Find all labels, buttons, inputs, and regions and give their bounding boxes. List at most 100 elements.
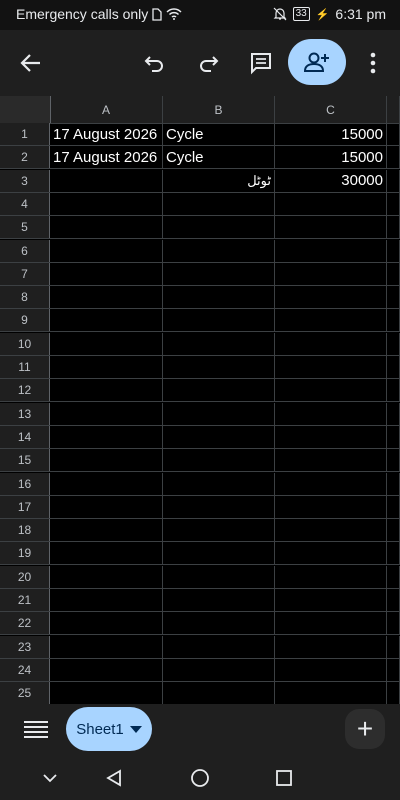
- cell-a[interactable]: [50, 239, 163, 262]
- row-header[interactable]: 1: [0, 123, 50, 145]
- share-button[interactable]: [288, 39, 346, 85]
- cell-d[interactable]: [387, 565, 400, 588]
- back-button[interactable]: [16, 48, 46, 78]
- cell-c[interactable]: [275, 286, 387, 309]
- cell-c[interactable]: 15000: [275, 146, 387, 169]
- cell-b[interactable]: [163, 262, 275, 285]
- undo-button[interactable]: [140, 48, 170, 78]
- nav-recents-button[interactable]: [272, 766, 296, 790]
- cell-d[interactable]: [387, 169, 400, 192]
- cell-b[interactable]: [163, 449, 275, 472]
- row-header[interactable]: 18: [0, 519, 50, 542]
- column-header-c[interactable]: C: [275, 96, 387, 123]
- cell-b[interactable]: [163, 658, 275, 681]
- cell-b[interactable]: [163, 472, 275, 495]
- cell-b[interactable]: [163, 332, 275, 355]
- cell-d[interactable]: [387, 379, 400, 402]
- cell-d[interactable]: [387, 682, 400, 704]
- cell-d[interactable]: [387, 286, 400, 309]
- redo-button[interactable]: [193, 48, 223, 78]
- cell-b[interactable]: [163, 356, 275, 378]
- cell-a[interactable]: [50, 589, 163, 611]
- row-header[interactable]: 23: [0, 635, 50, 658]
- row-header[interactable]: 4: [0, 192, 50, 215]
- cell-d[interactable]: [387, 402, 400, 425]
- cell-b[interactable]: [163, 286, 275, 309]
- cell-d[interactable]: [387, 309, 400, 332]
- cell-b[interactable]: [163, 495, 275, 518]
- sheet-tab-active[interactable]: Sheet1: [66, 707, 152, 751]
- cell-b[interactable]: [163, 589, 275, 611]
- cell-d[interactable]: [387, 216, 400, 239]
- row-header[interactable]: 25: [0, 682, 50, 704]
- cell-b[interactable]: [163, 565, 275, 588]
- cell-a[interactable]: [50, 519, 163, 542]
- nav-back-button[interactable]: [102, 766, 126, 790]
- row-header[interactable]: 19: [0, 542, 50, 565]
- row-header[interactable]: 9: [0, 309, 50, 332]
- cell-b[interactable]: [163, 519, 275, 542]
- cell-b[interactable]: [163, 239, 275, 262]
- cell-b[interactable]: Cycle: [163, 123, 275, 145]
- nav-hide-button[interactable]: [38, 766, 62, 790]
- cell-d[interactable]: [387, 262, 400, 285]
- cell-c[interactable]: [275, 658, 387, 681]
- cell-b[interactable]: [163, 635, 275, 658]
- cell-b[interactable]: [163, 612, 275, 635]
- row-header[interactable]: 2: [0, 146, 50, 169]
- cell-b[interactable]: [163, 682, 275, 704]
- spreadsheet-grid[interactable]: A B C 1 17 August 2026 Cycle 15000 2 17 Augus…: [0, 96, 400, 704]
- cell-d[interactable]: [387, 332, 400, 355]
- row-header[interactable]: 7: [0, 262, 50, 285]
- add-sheet-button[interactable]: +: [345, 709, 385, 749]
- row-header[interactable]: 20: [0, 565, 50, 588]
- cell-d[interactable]: [387, 472, 400, 495]
- cell-d[interactable]: [387, 495, 400, 518]
- cell-b[interactable]: [163, 379, 275, 402]
- cell-c[interactable]: [275, 565, 387, 588]
- cell-d[interactable]: [387, 612, 400, 635]
- cell-c[interactable]: [275, 682, 387, 704]
- cell-b[interactable]: [163, 542, 275, 565]
- row-header[interactable]: 14: [0, 425, 50, 448]
- row-header[interactable]: 12: [0, 379, 50, 402]
- cell-b[interactable]: [163, 402, 275, 425]
- cell-b[interactable]: ٹوٹل: [163, 169, 275, 192]
- row-header[interactable]: 16: [0, 472, 50, 495]
- cell-d[interactable]: [387, 635, 400, 658]
- cell-d[interactable]: [387, 123, 400, 145]
- cell-d[interactable]: [387, 589, 400, 611]
- cell-c[interactable]: [275, 635, 387, 658]
- cell-a[interactable]: [50, 309, 163, 332]
- row-header[interactable]: 15: [0, 449, 50, 472]
- cell-a[interactable]: [50, 262, 163, 285]
- row-header[interactable]: 5: [0, 216, 50, 239]
- cell-a[interactable]: [50, 402, 163, 425]
- cell-c[interactable]: [275, 542, 387, 565]
- cell-a[interactable]: [50, 356, 163, 378]
- row-header[interactable]: 3: [0, 169, 50, 192]
- cell-c[interactable]: [275, 379, 387, 402]
- cell-b[interactable]: [163, 425, 275, 448]
- cell-a[interactable]: [50, 169, 163, 192]
- row-header[interactable]: 11: [0, 356, 50, 378]
- cell-b[interactable]: Cycle: [163, 146, 275, 169]
- cell-d[interactable]: [387, 519, 400, 542]
- cell-d[interactable]: [387, 146, 400, 169]
- cell-d[interactable]: [387, 542, 400, 565]
- cell-d[interactable]: [387, 658, 400, 681]
- cell-c[interactable]: [275, 309, 387, 332]
- cell-d[interactable]: [387, 239, 400, 262]
- cell-a[interactable]: [50, 612, 163, 635]
- cell-d[interactable]: [387, 449, 400, 472]
- cell-a[interactable]: [50, 286, 163, 309]
- row-header[interactable]: 21: [0, 589, 50, 611]
- select-all-corner[interactable]: [0, 96, 51, 123]
- cell-a[interactable]: [50, 332, 163, 355]
- row-header[interactable]: 22: [0, 612, 50, 635]
- cell-c[interactable]: 30000: [275, 169, 387, 192]
- cell-a[interactable]: [50, 495, 163, 518]
- comment-button[interactable]: [246, 48, 276, 78]
- cell-c[interactable]: [275, 519, 387, 542]
- cell-b[interactable]: [163, 309, 275, 332]
